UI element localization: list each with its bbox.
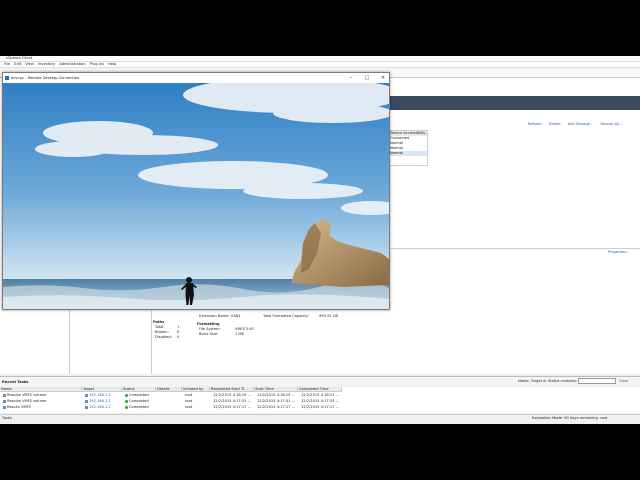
col-completed-time[interactable]: Completed Time (298, 387, 342, 392)
col-start-time[interactable]: Start Time (254, 387, 298, 392)
menu-help[interactable]: Help (108, 62, 116, 66)
vsphere-title: vSphere Client (6, 56, 33, 60)
completed-icon (125, 393, 128, 397)
menu-edit[interactable]: Edit (14, 62, 21, 66)
paths-disabled-label: Disabled: (155, 335, 172, 339)
recent-tasks-title: Recent Tasks (2, 380, 29, 384)
view-panel (70, 310, 152, 374)
task-row-1-requested: 12/2/2015 4:18:19 ... (213, 393, 251, 397)
file-system-value: VMFS 5.61 (235, 327, 254, 331)
paths-broken-value: 0 (177, 330, 180, 334)
task-row-3-name[interactable]: Rescan VMFS (2, 405, 31, 410)
task-row-3-completed: 12/2/2015 4:17:17 ... (301, 405, 339, 409)
menu-administration[interactable]: Administration (59, 62, 85, 66)
datastore-details: Extension Name: SAN1 Total Formatted Cap… (153, 310, 393, 374)
total-capacity-value: 999.25 GB (319, 314, 338, 318)
task-row-2-details (158, 399, 159, 404)
task-row-1-completed: 12/2/2015 4:18:21 ... (301, 393, 339, 397)
task-row-2-initiator: root (185, 399, 193, 403)
vsphere-header-band (388, 96, 640, 110)
task-row-1-initiator: root (185, 393, 193, 397)
paths-title: Paths (153, 320, 165, 324)
clear-filter-button[interactable]: Clear (619, 379, 628, 383)
task-row-1-target[interactable]: 192.168.1.2 (84, 393, 111, 398)
properties-link[interactable]: Properties... (608, 250, 630, 254)
remote-desktop-icon (5, 76, 9, 80)
task-icon (3, 393, 6, 397)
evaluation-notice: Evaluation Mode: 60 days remaining root (532, 416, 608, 420)
host-icon (85, 393, 88, 397)
task-row-3-status: Completed (124, 405, 149, 410)
rdp-titlebar[interactable]: devr.pc - Remote Desktop Connection – □ … (3, 73, 389, 83)
host-icon (85, 399, 88, 403)
completed-icon (125, 405, 128, 409)
paths-disabled-value: 0 (177, 335, 180, 339)
maximize-button[interactable]: □ (363, 75, 371, 81)
host-icon (85, 405, 88, 409)
current-user: root (600, 416, 608, 420)
screen: vSphere Client File Edit View Inventory … (0, 56, 640, 424)
task-row-3-requested: 12/2/2015 4:17:17 ... (213, 405, 251, 409)
remote-desktop-window[interactable]: devr.pc - Remote Desktop Connection – □ … (2, 72, 390, 310)
completed-icon (125, 399, 128, 403)
task-row-3-start: 12/2/2015 4:17:17 ... (257, 405, 295, 409)
extension-name-label: Extension Name: (199, 314, 230, 318)
close-button[interactable]: ✕ (379, 75, 387, 81)
block-size-label: Block Size: (199, 332, 219, 336)
block-size-value: 1 MB (235, 332, 244, 336)
col-target[interactable]: Target (82, 387, 122, 392)
minimize-button[interactable]: – (347, 75, 355, 81)
task-row-2-completed: 12/2/2015 4:17:33 ... (301, 399, 339, 403)
task-row-3-details (158, 405, 159, 410)
menu-inventory[interactable]: Inventory (38, 62, 55, 66)
task-row-1-status: Completed (124, 393, 149, 398)
tasks-tab[interactable]: Tasks (2, 416, 12, 420)
task-filter-label: Name, Target or Status contains: (518, 379, 577, 383)
remote-desktop-wallpaper[interactable] (3, 83, 389, 309)
task-row-2-requested: 12/2/2015 4:17:31 ... (213, 399, 251, 403)
menu-view[interactable]: View (25, 62, 34, 66)
rescan-all-link[interactable]: Rescan All... (600, 122, 622, 126)
formatting-title: Formatting (197, 322, 220, 326)
task-row-3-target[interactable]: 192.168.1.2 (84, 405, 111, 410)
menu-plugins[interactable]: Plug-ins (90, 62, 104, 66)
device-accessibility-table: Device Accessibility Connected Normal No… (388, 130, 428, 166)
col-details[interactable]: Details (156, 387, 182, 392)
beach-wallpaper-image (3, 83, 389, 309)
total-capacity-label: Total Formatted Capacity: (263, 314, 309, 318)
recent-tasks-table: Name Target Status Details Initiated by … (0, 387, 640, 413)
task-icon (3, 405, 6, 409)
task-row-1-name[interactable]: Resolve VMFS volume (2, 393, 46, 398)
task-row-1-start: 12/2/2015 4:18:19 ... (257, 393, 295, 397)
col-initiated-by[interactable]: Initiated by (182, 387, 210, 392)
task-row-3-initiator: root (185, 405, 193, 409)
rdp-window-title: devr.pc - Remote Desktop Connection (11, 76, 80, 80)
col-requested-start[interactable]: Requested Start Ti... (210, 387, 254, 392)
paths-broken-label: Broken: (155, 330, 169, 334)
delete-link[interactable]: Delete (549, 122, 561, 126)
extension-name-value: SAN1 (231, 314, 241, 318)
task-row-2-start: 12/2/2015 4:17:31 ... (257, 399, 295, 403)
col-status[interactable]: Status (122, 387, 156, 392)
paths-total-value: 1 (177, 325, 180, 329)
task-row-1-details (158, 393, 159, 398)
panel-divider (388, 248, 640, 249)
paths-total-label: Total: (155, 325, 165, 329)
task-icon (3, 399, 6, 403)
col-name[interactable]: Name (0, 387, 82, 392)
task-row-2-status: Completed (124, 399, 149, 404)
file-system-label: File System: (199, 327, 221, 331)
task-row-2-name[interactable]: Resolve VMFS volume (2, 399, 46, 404)
table-row-selected[interactable]: Normal (389, 151, 427, 156)
task-row-2-target[interactable]: 192.168.1.2 (84, 399, 111, 404)
refresh-link[interactable]: Refresh (528, 122, 542, 126)
add-storage-link[interactable]: Add Storage... (568, 122, 594, 126)
inventory-panel (0, 310, 70, 374)
menu-file[interactable]: File (4, 62, 10, 66)
storage-actions: Refresh Delete Add Storage... Rescan All… (528, 122, 638, 128)
task-filter-input[interactable] (578, 378, 616, 384)
